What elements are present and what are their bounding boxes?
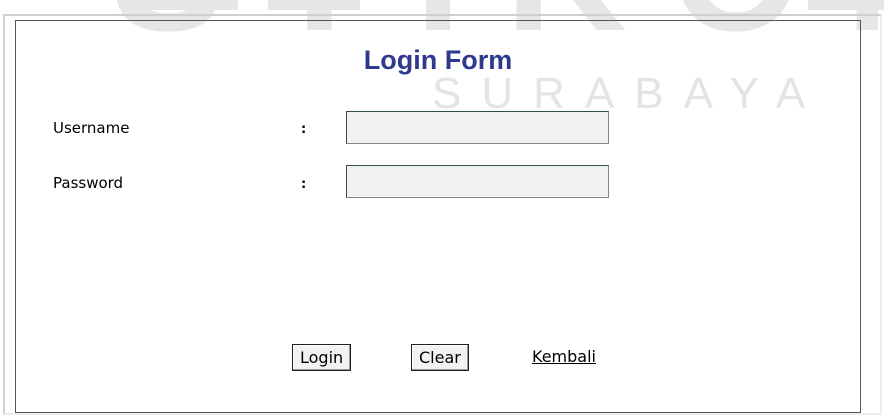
password-separator: : [301,177,307,192]
username-label: Username [53,119,130,137]
back-link[interactable]: Kembali [532,347,596,366]
password-input[interactable] [346,165,609,198]
login-form: Login Form Username : Password : Login C… [15,20,861,413]
clear-button[interactable]: Clear [411,344,469,371]
form-title: Login Form [363,45,513,75]
login-button[interactable]: Login [292,344,352,371]
page: STIKOM SURABAYA Login Form Username : Pa… [0,0,889,418]
username-separator: : [301,122,307,137]
username-input[interactable] [346,111,609,144]
password-label: Password [53,174,124,192]
